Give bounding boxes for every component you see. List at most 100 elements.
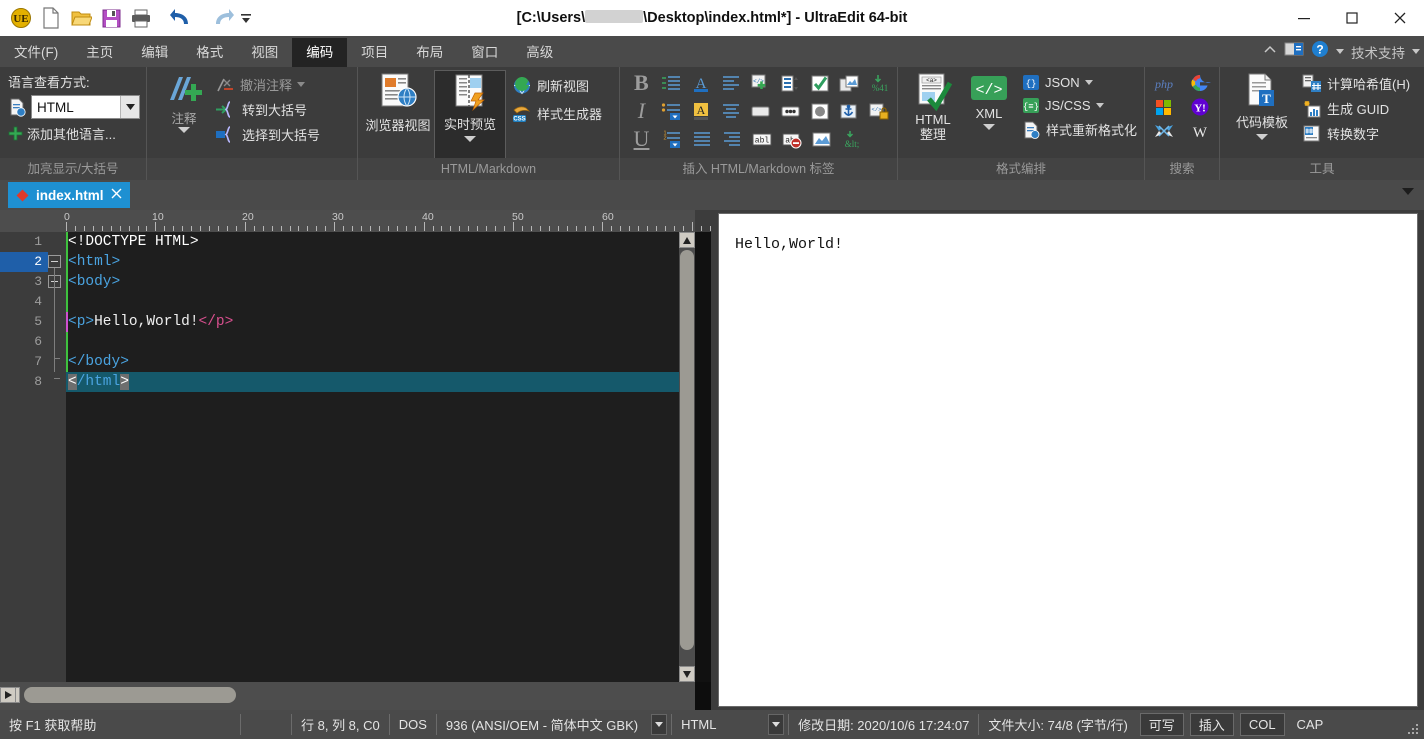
live-preview-dropdown-icon[interactable] [464, 136, 476, 142]
browser-view-button[interactable]: 浏览器视图 [362, 70, 434, 161]
convert-number-button[interactable]: 转换数字 [1302, 124, 1410, 143]
print-icon[interactable] [126, 3, 156, 33]
collapse-ribbon-icon[interactable] [1263, 43, 1277, 61]
vertical-scroll-thumb[interactable] [680, 250, 694, 650]
status-insert-mode[interactable]: 插入 [1189, 713, 1234, 736]
menu-item-coding[interactable]: 编码 [292, 38, 348, 67]
underline-icon[interactable]: U [628, 126, 655, 152]
anchor-icon[interactable] [836, 98, 863, 124]
horizontal-scroll-thumb[interactable] [24, 687, 236, 703]
align-right-icon[interactable] [718, 126, 745, 152]
italic-icon[interactable]: I [628, 98, 655, 124]
radio-button-icon[interactable] [807, 98, 834, 124]
status-column-mode[interactable]: COL [1239, 713, 1285, 736]
syntax-dropdown-icon[interactable] [768, 714, 785, 735]
help-icon[interactable]: ? [1311, 40, 1329, 63]
minimize-button[interactable] [1280, 0, 1328, 36]
goto-bracket-button[interactable]: 转到大括号 [215, 100, 320, 119]
insert-image-icon[interactable] [836, 70, 863, 96]
numbered-list-icon[interactable]: 12 [658, 126, 685, 152]
menu-item-view[interactable]: 视图 [237, 38, 292, 67]
label-icon[interactable]: abl [748, 126, 775, 152]
status-caret-position[interactable]: 行 8, 列 8, C0 [292, 710, 389, 739]
indent-list-icon[interactable] [658, 70, 685, 96]
reformat-style-button[interactable]: 样式重新格式化 [1022, 120, 1137, 139]
align-center-icon[interactable] [717, 98, 744, 124]
ribbon-display-icon[interactable] [1284, 41, 1304, 62]
document-tab-close-icon[interactable] [111, 186, 122, 204]
live-preview-button[interactable]: 实时预览 [434, 70, 506, 161]
insert-code-icon[interactable]: </> [747, 70, 774, 96]
xml-button[interactable]: </> XML [962, 70, 1016, 161]
special-char-icon[interactable]: %41 [866, 70, 893, 96]
menu-item-edit[interactable]: 编辑 [127, 38, 182, 67]
json-dropdown-icon[interactable] [1084, 80, 1093, 85]
bold-icon[interactable]: B [628, 70, 655, 96]
scroll-down-button[interactable] [679, 666, 695, 682]
redo-icon[interactable] [208, 3, 238, 33]
menu-item-format[interactable]: 格式 [182, 38, 237, 67]
maximize-button[interactable] [1328, 0, 1376, 36]
support-dropdown-icon[interactable] [1412, 49, 1420, 54]
jscss-button[interactable]: {≡} JS/CSS [1022, 97, 1137, 114]
new-file-icon[interactable] [36, 3, 66, 33]
insert-form-icon[interactable] [777, 70, 804, 96]
secure-code-icon[interactable]: </> [866, 98, 893, 124]
comment-button[interactable]: 注释 [153, 71, 215, 162]
password-field-icon[interactable] [777, 98, 804, 124]
generate-guid-button[interactable]: 生成 GUID [1302, 99, 1410, 118]
language-selector[interactable]: HTML [8, 95, 140, 119]
align-left-icon[interactable] [717, 70, 744, 96]
resize-grip[interactable] [1408, 724, 1420, 736]
no-entry-icon[interactable]: ab [778, 126, 805, 152]
tech-support-label[interactable]: 技术支持 [1351, 42, 1405, 62]
save-file-icon[interactable] [96, 3, 126, 33]
status-writable[interactable]: 可写 [1139, 713, 1184, 736]
editor-vertical-scrollbar[interactable] [679, 232, 695, 682]
close-button[interactable] [1376, 0, 1424, 36]
codepage-dropdown-icon[interactable] [651, 714, 668, 735]
highlight-icon[interactable]: A [688, 98, 715, 124]
checkbox-icon[interactable] [807, 70, 834, 96]
uncomment-dropdown-icon[interactable] [297, 82, 306, 87]
help-dropdown-icon[interactable] [1336, 49, 1344, 54]
menu-item-layout[interactable]: 布局 [402, 38, 457, 67]
document-tab-index-html[interactable]: index.html [8, 182, 130, 208]
language-combo-box[interactable]: HTML [31, 95, 140, 119]
add-other-language-button[interactable]: 添加其他语言... [8, 124, 140, 143]
qat-more-icon[interactable] [238, 3, 254, 33]
align-justify-icon[interactable] [688, 126, 715, 152]
alt-entity-icon[interactable]: &lt; [838, 126, 865, 152]
picture-icon[interactable] [808, 126, 835, 152]
text-field-icon[interactable] [747, 98, 774, 124]
fold-marker-html[interactable] [48, 255, 61, 268]
menu-item-home[interactable]: 主页 [72, 38, 127, 67]
code-template-dropdown-icon[interactable] [1256, 134, 1268, 140]
menu-item-advanced[interactable]: 高级 [512, 38, 567, 67]
scroll-right-button[interactable] [0, 687, 16, 703]
menu-item-window[interactable]: 窗口 [457, 38, 512, 67]
comment-dropdown-icon[interactable] [178, 127, 190, 133]
editor-horizontal-scrollbar[interactable] [0, 682, 695, 710]
editor-body[interactable]: 1 2 3 4 5 6 7 8 <!DOCTYPE HTML> <html> < [0, 232, 695, 682]
select-to-bracket-button[interactable]: 选择到大括号 [215, 125, 320, 144]
font-color-icon[interactable]: A [688, 70, 715, 96]
style-builder-button[interactable]: CSS 样式生成器 [512, 104, 602, 123]
open-file-icon[interactable] [66, 3, 96, 33]
undo-icon[interactable] [166, 3, 196, 33]
menu-item-file[interactable]: 文件(F) [0, 38, 72, 67]
jscss-dropdown-icon[interactable] [1095, 103, 1104, 108]
json-button[interactable]: {} JSON [1022, 74, 1137, 91]
hash-value-button[interactable]: 计算哈希值(H) [1302, 74, 1410, 93]
refresh-view-button[interactable]: 刷新视图 [512, 76, 602, 95]
menu-item-project[interactable]: 项目 [347, 38, 402, 67]
bullet-list-icon[interactable] [658, 98, 685, 124]
scroll-up-button[interactable] [679, 232, 695, 248]
html-tidy-button[interactable]: <a> HTML 整理 [904, 70, 962, 161]
status-codepage[interactable]: 936 (ANSI/OEM - 简体中文 GBK) [437, 710, 647, 739]
uncomment-button[interactable]: 撤消注释 [215, 75, 320, 94]
status-syntax[interactable]: HTML [672, 710, 764, 739]
status-line-ending[interactable]: DOS [390, 710, 436, 739]
code-area[interactable]: <!DOCTYPE HTML> <html> <body> <p>Hello,W… [66, 232, 695, 682]
code-template-button[interactable]: T 代码模板 [1226, 70, 1298, 161]
